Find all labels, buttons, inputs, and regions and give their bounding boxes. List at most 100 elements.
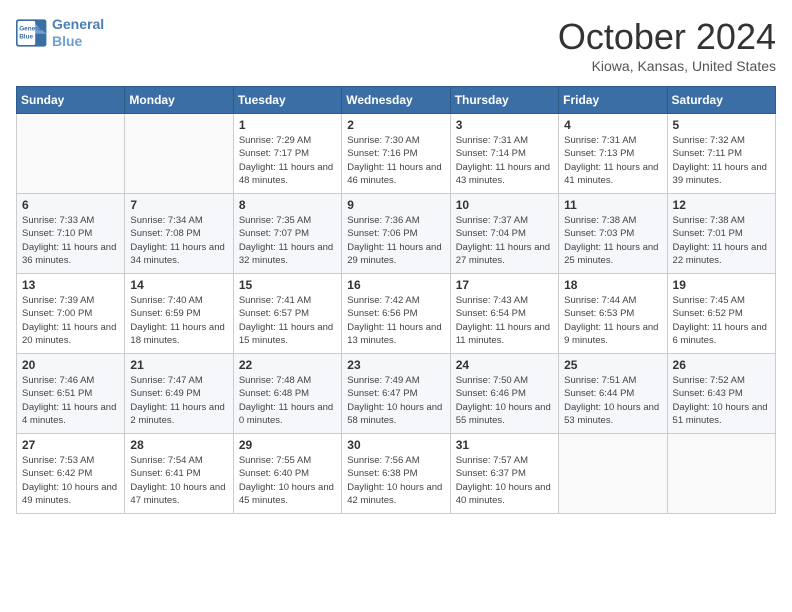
logo-text: GeneralBlue [52, 16, 104, 50]
day-number: 24 [456, 358, 553, 372]
weekday-header-monday: Monday [125, 87, 233, 114]
day-info: Sunrise: 7:47 AM Sunset: 6:49 PM Dayligh… [130, 374, 227, 427]
day-number: 22 [239, 358, 336, 372]
calendar-cell: 5 Sunrise: 7:32 AM Sunset: 7:11 PM Daylig… [667, 114, 775, 194]
week-row-2: 13 Sunrise: 7:39 AM Sunset: 7:00 PM Dayli… [17, 274, 776, 354]
calendar-cell: 11 Sunrise: 7:38 AM Sunset: 7:03 PM Dayli… [559, 194, 667, 274]
day-info: Sunrise: 7:45 AM Sunset: 6:52 PM Dayligh… [673, 294, 770, 347]
calendar-cell: 22 Sunrise: 7:48 AM Sunset: 6:48 PM Dayli… [233, 354, 341, 434]
calendar-cell: 29 Sunrise: 7:55 AM Sunset: 6:40 PM Dayli… [233, 434, 341, 514]
calendar-cell: 27 Sunrise: 7:53 AM Sunset: 6:42 PM Dayli… [17, 434, 125, 514]
weekday-header-row: SundayMondayTuesdayWednesdayThursdayFrid… [17, 87, 776, 114]
day-info: Sunrise: 7:54 AM Sunset: 6:41 PM Dayligh… [130, 454, 227, 507]
day-number: 5 [673, 118, 770, 132]
calendar-cell: 16Sunrise: 7:42 AM Sunset: 6:56 PM Dayli… [342, 274, 450, 354]
day-number: 1 [239, 118, 336, 132]
day-number: 9 [347, 198, 444, 212]
weekday-header-saturday: Saturday [667, 87, 775, 114]
day-number: 19 [673, 278, 770, 292]
day-number: 30 [347, 438, 444, 452]
calendar-table: SundayMondayTuesdayWednesdayThursdayFrid… [16, 86, 776, 514]
day-info: Sunrise: 7:38 AM Sunset: 7:03 PM Dayligh… [564, 214, 661, 267]
day-number: 23 [347, 358, 444, 372]
calendar-cell: 14Sunrise: 7:40 AM Sunset: 6:59 PM Dayli… [125, 274, 233, 354]
day-number: 15 [239, 278, 336, 292]
svg-text:General: General [19, 25, 43, 32]
weekday-header-thursday: Thursday [450, 87, 558, 114]
weekday-header-tuesday: Tuesday [233, 87, 341, 114]
day-number: 13 [22, 278, 119, 292]
day-info: Sunrise: 7:44 AM Sunset: 6:53 PM Dayligh… [564, 294, 661, 347]
day-info: Sunrise: 7:52 AM Sunset: 6:43 PM Dayligh… [673, 374, 770, 427]
day-number: 31 [456, 438, 553, 452]
weekday-header-sunday: Sunday [17, 87, 125, 114]
calendar-cell [125, 114, 233, 194]
day-number: 8 [239, 198, 336, 212]
day-info: Sunrise: 7:53 AM Sunset: 6:42 PM Dayligh… [22, 454, 119, 507]
calendar-cell: 4Sunrise: 7:31 AM Sunset: 7:13 PM Daylig… [559, 114, 667, 194]
day-info: Sunrise: 7:37 AM Sunset: 7:04 PM Dayligh… [456, 214, 553, 267]
day-number: 25 [564, 358, 661, 372]
day-info: Sunrise: 7:56 AM Sunset: 6:38 PM Dayligh… [347, 454, 444, 507]
day-info: Sunrise: 7:33 AM Sunset: 7:10 PM Dayligh… [22, 214, 119, 267]
day-number: 10 [456, 198, 553, 212]
day-number: 28 [130, 438, 227, 452]
calendar-cell: 24 Sunrise: 7:50 AM Sunset: 6:46 PM Dayli… [450, 354, 558, 434]
calendar-cell [17, 114, 125, 194]
calendar-cell: 21 Sunrise: 7:47 AM Sunset: 6:49 PM Dayli… [125, 354, 233, 434]
calendar-cell [667, 434, 775, 514]
location: Kiowa, Kansas, United States [558, 58, 776, 74]
day-number: 6 [22, 198, 119, 212]
svg-text:Blue: Blue [19, 33, 33, 40]
page-header: General Blue GeneralBlue October 2024 Ki… [16, 16, 776, 74]
day-info: Sunrise: 7:48 AM Sunset: 6:48 PM Dayligh… [239, 374, 336, 427]
calendar-cell: 9Sunrise: 7:36 AM Sunset: 7:06 PM Daylig… [342, 194, 450, 274]
day-info: Sunrise: 7:40 AM Sunset: 6:59 PM Dayligh… [130, 294, 227, 347]
day-info: Sunrise: 7:31 AM Sunset: 7:13 PM Dayligh… [564, 134, 661, 187]
calendar-cell: 26 Sunrise: 7:52 AM Sunset: 6:43 PM Dayli… [667, 354, 775, 434]
calendar-cell: 17 Sunrise: 7:43 AM Sunset: 6:54 PM Dayli… [450, 274, 558, 354]
day-info: Sunrise: 7:39 AM Sunset: 7:00 PM Dayligh… [22, 294, 119, 347]
calendar-cell: 2 Sunrise: 7:30 AM Sunset: 7:16 PM Daylig… [342, 114, 450, 194]
day-info: Sunrise: 7:50 AM Sunset: 6:46 PM Dayligh… [456, 374, 553, 427]
day-info: Sunrise: 7:46 AM Sunset: 6:51 PM Dayligh… [22, 374, 119, 427]
calendar-cell: 10 Sunrise: 7:37 AM Sunset: 7:04 PM Dayli… [450, 194, 558, 274]
week-row-1: 6 Sunrise: 7:33 AM Sunset: 7:10 PM Daylig… [17, 194, 776, 274]
calendar-cell: 8 Sunrise: 7:35 AM Sunset: 7:07 PM Daylig… [233, 194, 341, 274]
day-number: 16 [347, 278, 444, 292]
day-info: Sunrise: 7:31 AM Sunset: 7:14 PM Dayligh… [456, 134, 553, 187]
calendar-cell: 7 Sunrise: 7:34 AM Sunset: 7:08 PM Daylig… [125, 194, 233, 274]
day-number: 21 [130, 358, 227, 372]
day-info: Sunrise: 7:32 AM Sunset: 7:11 PM Dayligh… [673, 134, 770, 187]
day-info: Sunrise: 7:30 AM Sunset: 7:16 PM Dayligh… [347, 134, 444, 187]
day-number: 29 [239, 438, 336, 452]
week-row-3: 20 Sunrise: 7:46 AM Sunset: 6:51 PM Dayli… [17, 354, 776, 434]
calendar-cell: 6 Sunrise: 7:33 AM Sunset: 7:10 PM Daylig… [17, 194, 125, 274]
weekday-header-friday: Friday [559, 87, 667, 114]
day-info: Sunrise: 7:34 AM Sunset: 7:08 PM Dayligh… [130, 214, 227, 267]
calendar-cell: 23 Sunrise: 7:49 AM Sunset: 6:47 PM Dayli… [342, 354, 450, 434]
calendar-cell: 31Sunrise: 7:57 AM Sunset: 6:37 PM Dayli… [450, 434, 558, 514]
day-number: 27 [22, 438, 119, 452]
calendar-cell: 25Sunrise: 7:51 AM Sunset: 6:44 PM Dayli… [559, 354, 667, 434]
calendar-cell: 13 Sunrise: 7:39 AM Sunset: 7:00 PM Dayli… [17, 274, 125, 354]
day-info: Sunrise: 7:43 AM Sunset: 6:54 PM Dayligh… [456, 294, 553, 347]
day-info: Sunrise: 7:35 AM Sunset: 7:07 PM Dayligh… [239, 214, 336, 267]
day-info: Sunrise: 7:55 AM Sunset: 6:40 PM Dayligh… [239, 454, 336, 507]
week-row-4: 27 Sunrise: 7:53 AM Sunset: 6:42 PM Dayli… [17, 434, 776, 514]
logo: General Blue GeneralBlue [16, 16, 104, 50]
day-number: 20 [22, 358, 119, 372]
day-number: 7 [130, 198, 227, 212]
day-info: Sunrise: 7:49 AM Sunset: 6:47 PM Dayligh… [347, 374, 444, 427]
day-number: 11 [564, 198, 661, 212]
day-number: 3 [456, 118, 553, 132]
day-info: Sunrise: 7:29 AM Sunset: 7:17 PM Dayligh… [239, 134, 336, 187]
calendar-cell: 18Sunrise: 7:44 AM Sunset: 6:53 PM Dayli… [559, 274, 667, 354]
day-number: 17 [456, 278, 553, 292]
calendar-body: 1 Sunrise: 7:29 AM Sunset: 7:17 PM Daylig… [17, 114, 776, 514]
day-number: 26 [673, 358, 770, 372]
day-info: Sunrise: 7:41 AM Sunset: 6:57 PM Dayligh… [239, 294, 336, 347]
day-number: 2 [347, 118, 444, 132]
calendar-cell: 12Sunrise: 7:38 AM Sunset: 7:01 PM Dayli… [667, 194, 775, 274]
calendar-cell: 28 Sunrise: 7:54 AM Sunset: 6:41 PM Dayli… [125, 434, 233, 514]
